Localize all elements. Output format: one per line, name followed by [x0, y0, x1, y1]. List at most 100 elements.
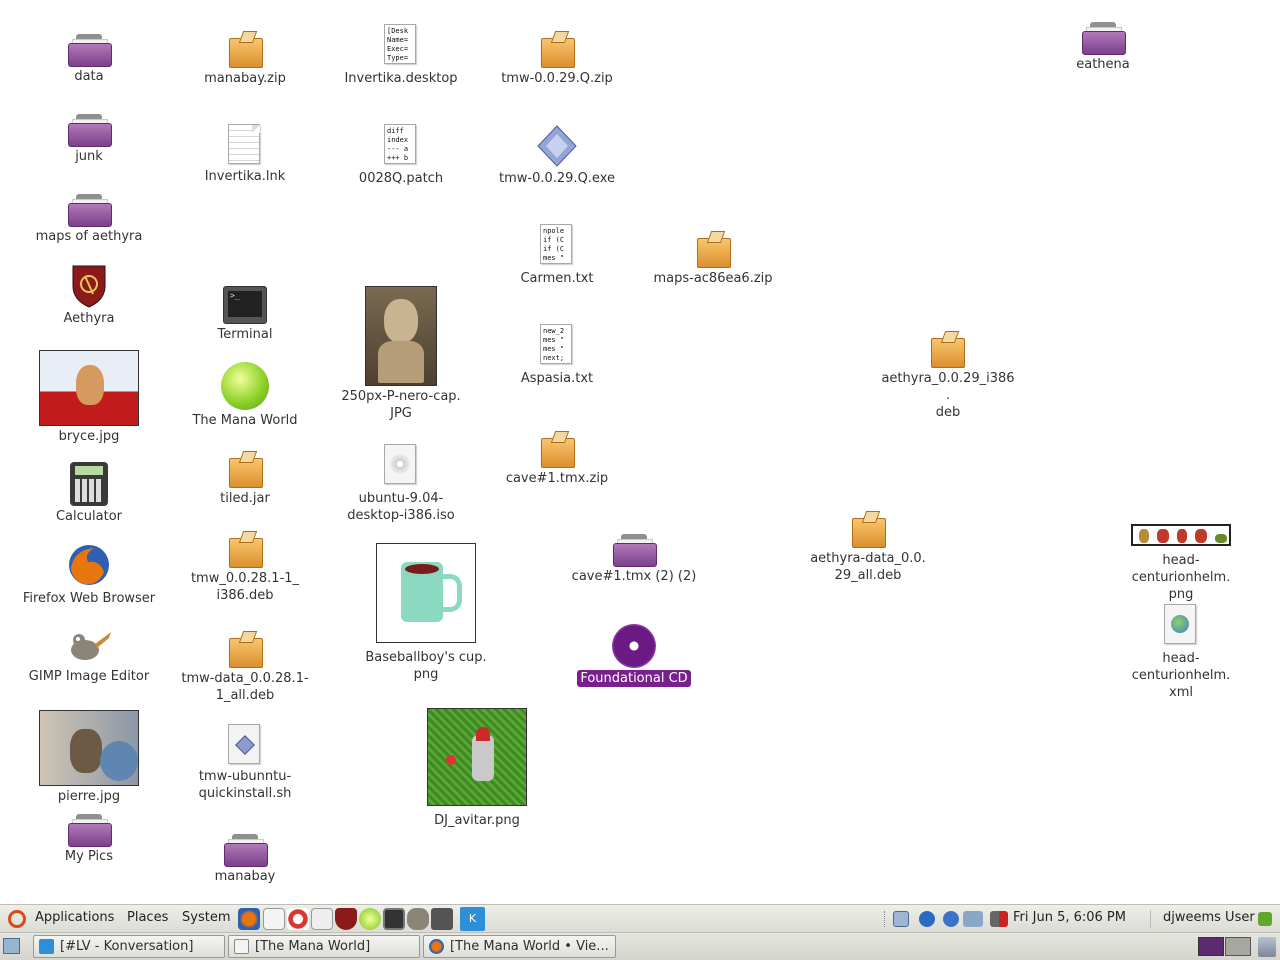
file-tmw-data-deb[interactable]: tmw-data_0.0.28.1- 1_all.deb	[175, 628, 315, 704]
label-line: head-centurionhelm.	[1131, 553, 1231, 585]
file-invertika-desktop[interactable]: [Desk Name= Exec= Type= Invertika.deskto…	[331, 24, 471, 87]
file-head-centurionhelm-xml[interactable]: head-centurionhelm. xml	[1111, 604, 1251, 701]
file-quickinstall-sh[interactable]: tmw-ubunntu-quickinstall.sh	[175, 724, 315, 802]
folder-data[interactable]: data	[19, 28, 159, 85]
system-menu[interactable]: System	[182, 910, 230, 925]
mana-world-launcher-icon[interactable]	[359, 908, 381, 930]
folder-eathena[interactable]: eathena	[1033, 16, 1173, 73]
label-line: tmw-ubunntu-	[198, 769, 292, 784]
applications-menu[interactable]: Applications	[35, 910, 114, 925]
file-tmw-0028-deb[interactable]: tmw_0.0.28.1-1_ i386.deb	[175, 528, 315, 604]
launcher-terminal[interactable]: >_ Terminal	[175, 286, 315, 343]
nero-thumbnail	[365, 286, 437, 386]
aethyra-launcher-icon[interactable]	[335, 908, 357, 930]
folder-icon	[66, 108, 112, 147]
label-line: aethyra_0.0.29_i386.	[881, 371, 1015, 403]
camera-launcher-icon[interactable]	[431, 908, 453, 930]
accessibility-icon[interactable]	[919, 911, 935, 927]
launcher-calculator[interactable]: Calculator	[19, 462, 159, 525]
label-line: tmw_0.0.28.1-1_	[190, 571, 300, 586]
foundational-cd[interactable]: Foundational CD	[564, 624, 704, 687]
icon-label: manabay	[214, 869, 276, 884]
network-icon[interactable]	[893, 911, 909, 927]
text-file-icon: [Desk Name= Exec= Type=	[384, 24, 418, 68]
launcher-firefox[interactable]: Firefox Web Browser	[19, 542, 159, 607]
helm-thumbnail	[1131, 524, 1231, 546]
clock[interactable]: Fri Jun 5, 6:06 PM	[1013, 910, 1126, 925]
xml-file-icon	[1164, 604, 1198, 648]
text-file-icon: npole if (C if (C mes "	[540, 224, 574, 268]
bluetooth-icon[interactable]	[943, 911, 959, 927]
image-bryce[interactable]: bryce.jpg	[19, 350, 159, 445]
file-tmw-exe[interactable]: tmw-0.0.29.Q.exe	[487, 124, 627, 187]
firefox-launcher-icon[interactable]	[238, 908, 260, 930]
trash-icon[interactable]	[1258, 937, 1276, 957]
launcher-gimp[interactable]: GIMP Image Editor	[19, 626, 159, 685]
file-aethyra-data-deb[interactable]: aethyra-data_0.0. 29_all.deb	[798, 508, 938, 584]
file-maps-zip[interactable]: maps-ac86ea6.zip	[643, 228, 783, 287]
file-carmen-txt[interactable]: npole if (C if (C mes " Carmen.txt	[487, 224, 627, 287]
folder-my-pics[interactable]: My Pics	[19, 808, 159, 865]
volume-muted-icon[interactable]	[990, 911, 1008, 927]
file-aethyra-deb[interactable]: aethyra_0.0.29_i386. deb	[877, 328, 1017, 421]
label-line: 250px-P-nero-cap.	[341, 389, 461, 404]
file-invertika-lnk[interactable]: Invertika.lnk	[175, 124, 315, 185]
icon-label: head-centurionhelm. xml	[1111, 650, 1251, 701]
file-manabay-zip[interactable]: manabay.zip	[175, 28, 315, 87]
image-head-centurionhelm-png[interactable]: head-centurionhelm. png	[1111, 524, 1251, 603]
file-tmw-zip[interactable]: tmw-0.0.29.Q.zip	[487, 28, 627, 87]
places-menu[interactable]: Places	[127, 910, 168, 925]
file-aspasia-txt[interactable]: new_2 mes " mes " next; Aspasia.txt	[487, 324, 627, 387]
disk-launcher-icon[interactable]	[311, 908, 333, 930]
icon-label: maps of aethyra	[35, 229, 143, 244]
task-mana-world[interactable]: [The Mana World]	[228, 935, 420, 958]
folder-cave-tmx[interactable]: cave#1.tmx (2) (2)	[564, 528, 704, 585]
icon-label: Invertika.desktop	[344, 71, 458, 86]
konversation-launcher-icon[interactable]: K	[460, 907, 485, 931]
image-pierre[interactable]: pierre.jpg	[19, 710, 159, 805]
bryce-thumbnail	[39, 350, 139, 426]
folder-maps-of-aethyra[interactable]: maps of aethyra	[19, 188, 159, 245]
folder-junk[interactable]: junk	[19, 108, 159, 165]
launcher-the-mana-world[interactable]: The Mana World	[175, 362, 315, 429]
display-icon[interactable]	[963, 911, 983, 927]
terminal-launcher-icon[interactable]	[383, 908, 405, 930]
panel-handle	[884, 911, 889, 927]
show-desktop-icon[interactable]	[3, 938, 20, 954]
file-preview: new_2 mes " mes " next;	[540, 324, 572, 364]
file-0028q-patch[interactable]: diff index --- a +++ b 0028Q.patch	[331, 124, 471, 187]
executable-icon	[536, 124, 578, 168]
image-baseballboy-cup[interactable]: Baseballboy's cup. png	[356, 543, 496, 683]
icon-label: tmw_0.0.28.1-1_ i386.deb	[188, 570, 302, 604]
firefox-icon	[66, 542, 112, 588]
mail-launcher-icon[interactable]	[263, 908, 285, 930]
desktop[interactable]: data junk maps of aethyra Aethyra bryce.…	[0, 0, 1280, 904]
label-line: 29_all.deb	[834, 568, 902, 583]
help-launcher-icon[interactable]	[287, 908, 309, 930]
launcher-aethyra[interactable]: Aethyra	[19, 264, 159, 327]
file-ubuntu-iso[interactable]: ubuntu-9.04- desktop-i386.iso	[331, 444, 471, 524]
mana-world-icon	[221, 362, 269, 410]
icon-label: tmw-ubunntu-quickinstall.sh	[196, 768, 295, 802]
file-cave-zip[interactable]: cave#1.tmx.zip	[487, 428, 627, 487]
gimp-launcher-icon[interactable]	[407, 908, 429, 930]
image-nero[interactable]: 250px-P-nero-cap. JPG	[331, 286, 471, 422]
folder-manabay[interactable]: manabay	[175, 828, 315, 885]
package-icon	[537, 428, 577, 468]
workspace-2[interactable]	[1225, 937, 1251, 956]
file-tiled-jar[interactable]: tiled.jar	[175, 448, 315, 507]
user-status-icon[interactable]	[1258, 912, 1272, 926]
user-menu[interactable]: djweems User	[1163, 910, 1255, 925]
icon-label: 0028Q.patch	[358, 171, 444, 186]
image-dj-avatar[interactable]: DJ_avitar.png	[407, 708, 547, 829]
task-label: [The Mana World]	[255, 939, 371, 954]
task-konversation[interactable]: [#LV - Konversation]	[33, 935, 225, 958]
icon-label: bryce.jpg	[58, 429, 120, 444]
task-mana-world-browser[interactable]: [The Mana World • Vie...	[423, 935, 616, 958]
ubuntu-logo-icon[interactable]	[8, 910, 26, 928]
package-icon	[225, 628, 265, 668]
icon-label: Calculator	[55, 509, 122, 524]
workspace-1[interactable]	[1198, 937, 1224, 956]
icon-label: junk	[75, 149, 103, 164]
calculator-icon	[70, 462, 108, 506]
